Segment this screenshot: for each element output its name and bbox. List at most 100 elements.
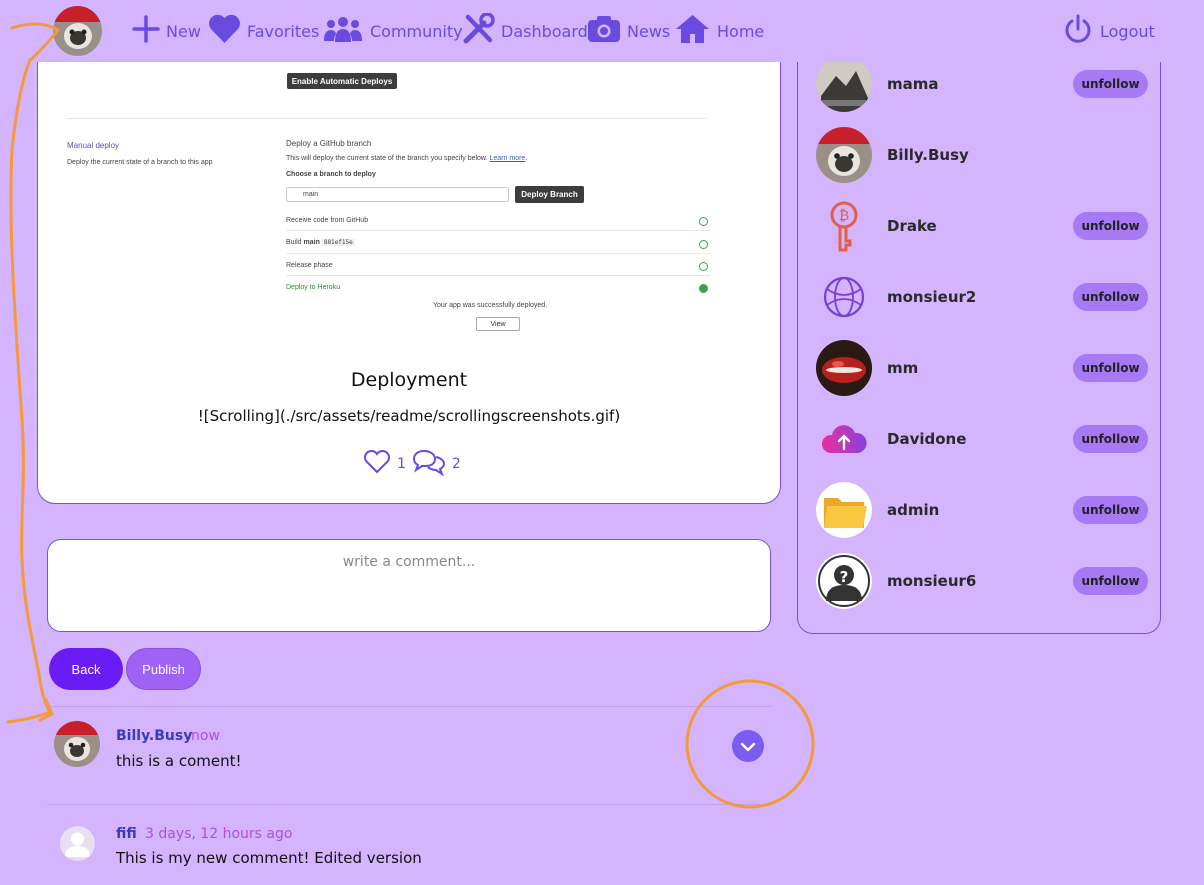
post-stats: 1 2 xyxy=(363,449,461,479)
comment-divider xyxy=(47,804,771,805)
svg-text:?: ? xyxy=(840,568,849,586)
nav-news[interactable]: News xyxy=(587,14,670,48)
nav-dashboard-label: Dashboard xyxy=(501,21,588,41)
follow-name[interactable]: Davidone xyxy=(887,430,966,448)
screenshot-divider xyxy=(286,253,710,254)
nav-favorites[interactable]: Favorites xyxy=(208,14,319,48)
comments-icon[interactable] xyxy=(412,448,446,480)
follow-name[interactable]: Billy.Busy xyxy=(887,146,969,164)
back-button[interactable]: Back xyxy=(49,648,123,690)
list-item: mama unfollow xyxy=(816,56,1148,112)
list-item: mm unfollow xyxy=(816,340,1148,396)
avatar[interactable] xyxy=(816,340,872,396)
post-body: ![Scrolling](./src/assets/readme/scrolli… xyxy=(197,407,621,425)
list-item: ₿ Drake unfollow xyxy=(816,198,1148,254)
unfollow-button[interactable]: unfollow xyxy=(1073,70,1148,98)
comment-form xyxy=(47,539,771,632)
navbar: New Favorites Community Dashboard News H xyxy=(0,0,1204,62)
annotation-arrowhead xyxy=(38,698,54,722)
screenshot-divider xyxy=(286,275,710,276)
follow-name[interactable]: monsieur2 xyxy=(887,288,976,306)
post-image: Enable Automatic Deploys Manual deploy D… xyxy=(39,63,779,363)
avatar[interactable] xyxy=(60,826,95,861)
screenshot-deploy-branch-button: Deploy Branch xyxy=(515,186,584,203)
screenshot-step3: Release phase xyxy=(286,262,333,269)
avatar[interactable] xyxy=(54,721,100,767)
avatar[interactable] xyxy=(816,127,872,183)
avatar[interactable] xyxy=(816,56,872,112)
user-avatar[interactable] xyxy=(53,6,102,56)
nav-dashboard[interactable]: Dashboard xyxy=(462,12,588,49)
list-item: ? monsieur6 unfollow xyxy=(816,553,1148,609)
tools-icon xyxy=(462,12,495,49)
unfollow-button[interactable]: unfollow xyxy=(1073,212,1148,240)
unfollow-button[interactable]: unfollow xyxy=(1073,567,1148,595)
chevron-down-icon xyxy=(740,737,756,756)
svg-text:₿: ₿ xyxy=(839,208,849,224)
comment-text: this is a coment! xyxy=(116,752,242,770)
like-icon[interactable] xyxy=(363,449,391,478)
avatar[interactable] xyxy=(816,269,872,325)
follow-name[interactable]: Drake xyxy=(887,217,937,235)
comment-time: 3 days, 12 hours ago xyxy=(145,826,293,842)
screenshot-deploy-github: Deploy a GitHub branch xyxy=(286,139,372,148)
list-item: admin unfollow xyxy=(816,482,1148,538)
screenshot-deploy-desc: This will deploy the current state of th… xyxy=(286,155,528,162)
screenshot-view-button: View xyxy=(476,317,520,331)
nav-logout-label: Logout xyxy=(1100,21,1155,41)
follow-name[interactable]: admin xyxy=(887,501,939,519)
camera-icon xyxy=(587,14,621,48)
screenshot-step2: Build main 881ef15e xyxy=(286,239,355,246)
screenshot-success: Your app was successfully deployed. xyxy=(433,302,548,309)
unfollow-button[interactable]: unfollow xyxy=(1073,283,1148,311)
screenshot-manual-deploy: Manual deploy xyxy=(67,141,120,150)
follow-name[interactable]: mm xyxy=(887,359,918,377)
screenshot-manual-desc: Deploy the current state of a branch to … xyxy=(67,159,213,166)
avatar[interactable]: ? xyxy=(816,553,872,609)
screenshot-learn-more: Learn more xyxy=(489,155,526,162)
publish-button[interactable]: Publish xyxy=(126,648,201,690)
nav-home-label: Home xyxy=(717,21,765,41)
unfollow-button[interactable]: unfollow xyxy=(1073,496,1148,524)
check-icon xyxy=(699,217,708,226)
screenshot-view-label: View xyxy=(490,320,506,328)
heart-icon xyxy=(208,14,241,48)
screenshot-step2-branch: main xyxy=(303,239,320,246)
comment-options-button[interactable] xyxy=(732,730,764,762)
comment-time: now xyxy=(191,728,220,744)
list-item: monsieur2 unfollow xyxy=(816,269,1148,325)
unfollow-button[interactable]: unfollow xyxy=(1073,425,1148,453)
nav-community[interactable]: Community xyxy=(322,14,463,48)
nav-new[interactable]: New xyxy=(132,14,201,48)
screenshot-step2-label: Build xyxy=(286,239,302,246)
post-title: Deployment xyxy=(350,369,468,391)
users-icon xyxy=(322,14,364,48)
list-item: Davidone unfollow xyxy=(816,411,1148,467)
nav-community-label: Community xyxy=(370,21,463,41)
list-item: Billy.Busy xyxy=(816,127,1148,183)
unfollow-button[interactable]: unfollow xyxy=(1073,354,1148,382)
screenshot-divider xyxy=(67,118,707,119)
power-icon xyxy=(1062,13,1094,49)
nav-favorites-label: Favorites xyxy=(247,21,320,41)
comment-input[interactable] xyxy=(48,540,770,631)
post-card: Enable Automatic Deploys Manual deploy D… xyxy=(37,40,781,504)
comments-count: 2 xyxy=(451,456,461,472)
screenshot-step2-commit: 881ef15e xyxy=(321,239,355,246)
nav-home[interactable]: Home xyxy=(674,14,764,48)
like-count: 1 xyxy=(397,456,406,472)
avatar[interactable] xyxy=(816,411,872,467)
screenshot-step4: Deploy to Heroku xyxy=(286,284,341,291)
avatar[interactable]: ₿ xyxy=(816,198,872,254)
home-icon xyxy=(674,13,711,49)
check-icon xyxy=(699,284,708,293)
comment-divider xyxy=(47,706,771,707)
nav-news-label: News xyxy=(627,21,671,41)
follow-name[interactable]: mama xyxy=(887,75,939,93)
nav-logout[interactable]: Logout xyxy=(1062,14,1155,48)
avatar[interactable] xyxy=(816,482,872,538)
follow-name[interactable]: monsieur6 xyxy=(887,572,976,590)
comment-author[interactable]: Billy.Busy xyxy=(116,728,192,744)
comment-author[interactable]: fifi xyxy=(116,826,137,842)
screenshot-branch-select: main xyxy=(286,187,509,202)
